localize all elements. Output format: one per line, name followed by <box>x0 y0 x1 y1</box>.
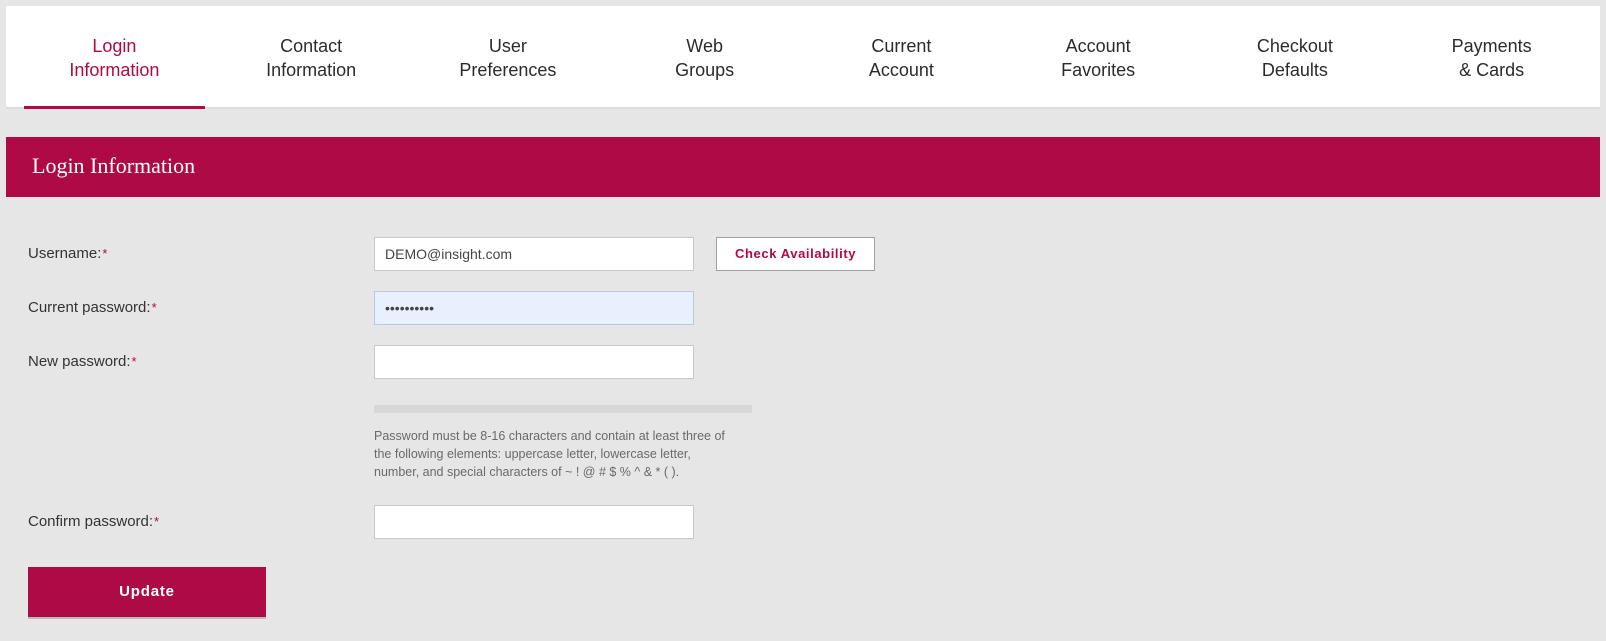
new-password-label: New password:* <box>6 353 374 370</box>
password-helper-text: Password must be 8-16 characters and con… <box>374 427 734 481</box>
required-asterisk: * <box>132 354 137 369</box>
current-password-label: Current password:* <box>6 299 374 316</box>
tab-web-groups[interactable]: Web Groups <box>606 6 803 107</box>
required-asterisk: * <box>152 300 157 315</box>
tab-login-information[interactable]: Login Information <box>16 6 213 107</box>
required-asterisk: * <box>154 514 159 529</box>
tab-user-preferences[interactable]: User Preferences <box>410 6 607 107</box>
section-title: Login Information <box>6 137 1600 197</box>
tab-checkout-defaults[interactable]: Checkout Defaults <box>1197 6 1394 107</box>
update-button[interactable]: Update <box>28 567 266 617</box>
username-label: Username:* <box>6 245 374 262</box>
tab-contact-information[interactable]: Contact Information <box>213 6 410 107</box>
confirm-password-label: Confirm password:* <box>6 513 374 530</box>
login-information-form: Username:* Check Availability Current pa… <box>6 197 1600 635</box>
password-strength-meter <box>374 405 752 413</box>
new-password-input[interactable] <box>374 345 694 379</box>
required-asterisk: * <box>102 246 107 261</box>
tab-current-account[interactable]: Current Account <box>803 6 1000 107</box>
tab-payments-cards[interactable]: Payments & Cards <box>1393 6 1590 107</box>
settings-tabs: Login Information Contact Information Us… <box>6 6 1600 109</box>
tab-account-favorites[interactable]: Account Favorites <box>1000 6 1197 107</box>
confirm-password-input[interactable] <box>374 505 694 539</box>
username-input[interactable] <box>374 237 694 271</box>
check-availability-button[interactable]: Check Availability <box>716 237 875 271</box>
current-password-input[interactable] <box>374 291 694 325</box>
